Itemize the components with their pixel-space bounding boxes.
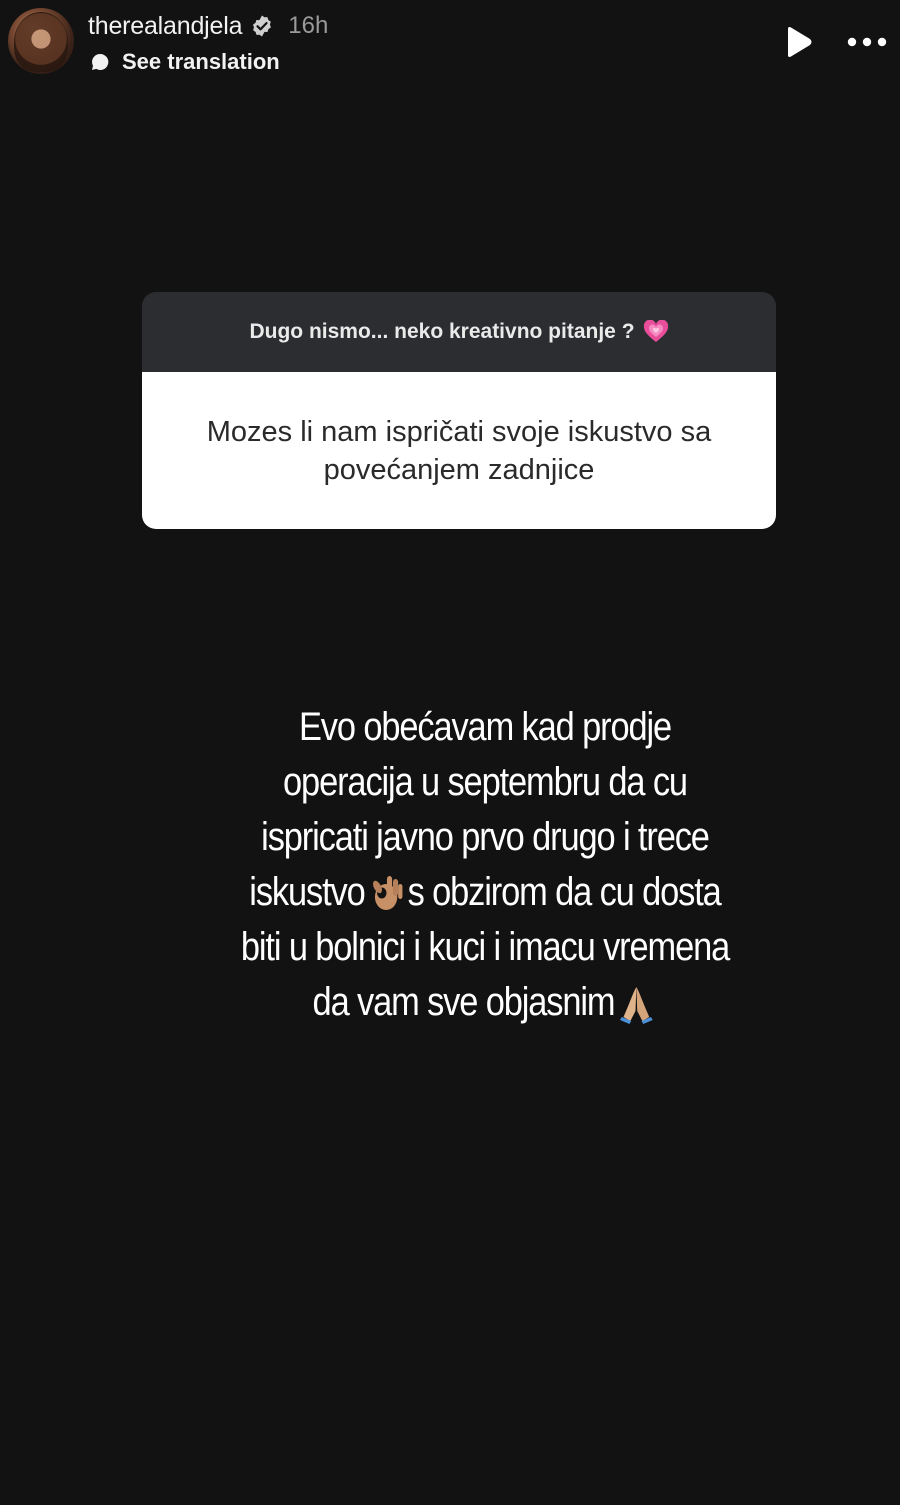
- username[interactable]: therealandjela: [88, 12, 242, 41]
- question-text: Mozes li nam ispričati svoje iskustvo sa…: [142, 372, 776, 529]
- answer-line: operacija u septembru da cu: [283, 760, 688, 804]
- post-time: 16h: [288, 12, 329, 39]
- question-prompt-text: Dugo nismo... neko kreativno pitanje ?: [249, 320, 635, 343]
- answer-line-with-emoji: da vam sve objasnim: [231, 975, 738, 1030]
- folded-hands-icon: [619, 987, 653, 1025]
- ok-hand-icon: [373, 876, 403, 911]
- answer-line-with-emoji: iskustvo s obzirom da cu dosta: [231, 865, 738, 920]
- growing-heart-icon: [643, 320, 668, 342]
- play-icon[interactable]: [778, 22, 818, 62]
- answer-word: iskustvo: [249, 870, 365, 914]
- answer-word: s obzirom da cu dosta: [407, 870, 722, 914]
- answer-word: da vam sve objasnim: [312, 980, 616, 1024]
- question-prompt: Dugo nismo... neko kreativno pitanje ?: [142, 292, 776, 372]
- speech-bubble-icon: [92, 53, 109, 70]
- verified-badge-icon: [253, 15, 272, 37]
- answer-line: ispricati javno prvo drugo i trece: [261, 815, 710, 859]
- answer-line: biti u bolnici i kuci i imacu vremena: [240, 925, 730, 969]
- story-header: therealandjela 16h See translation: [0, 0, 900, 90]
- see-translation-label: See translation: [122, 49, 280, 74]
- more-options-icon[interactable]: [842, 22, 892, 62]
- avatar-image: [14, 12, 68, 72]
- avatar[interactable]: [8, 8, 74, 74]
- question-sticker[interactable]: Dugo nismo... neko kreativno pitanje ? M…: [142, 292, 776, 529]
- answer-line: Evo obećavam kad prodje: [298, 705, 672, 749]
- answer-text: Evo obećavam kad prodje operacija u sept…: [231, 700, 738, 1030]
- username-row: therealandjela 16h: [88, 10, 328, 42]
- see-translation-link[interactable]: See translation: [90, 46, 280, 78]
